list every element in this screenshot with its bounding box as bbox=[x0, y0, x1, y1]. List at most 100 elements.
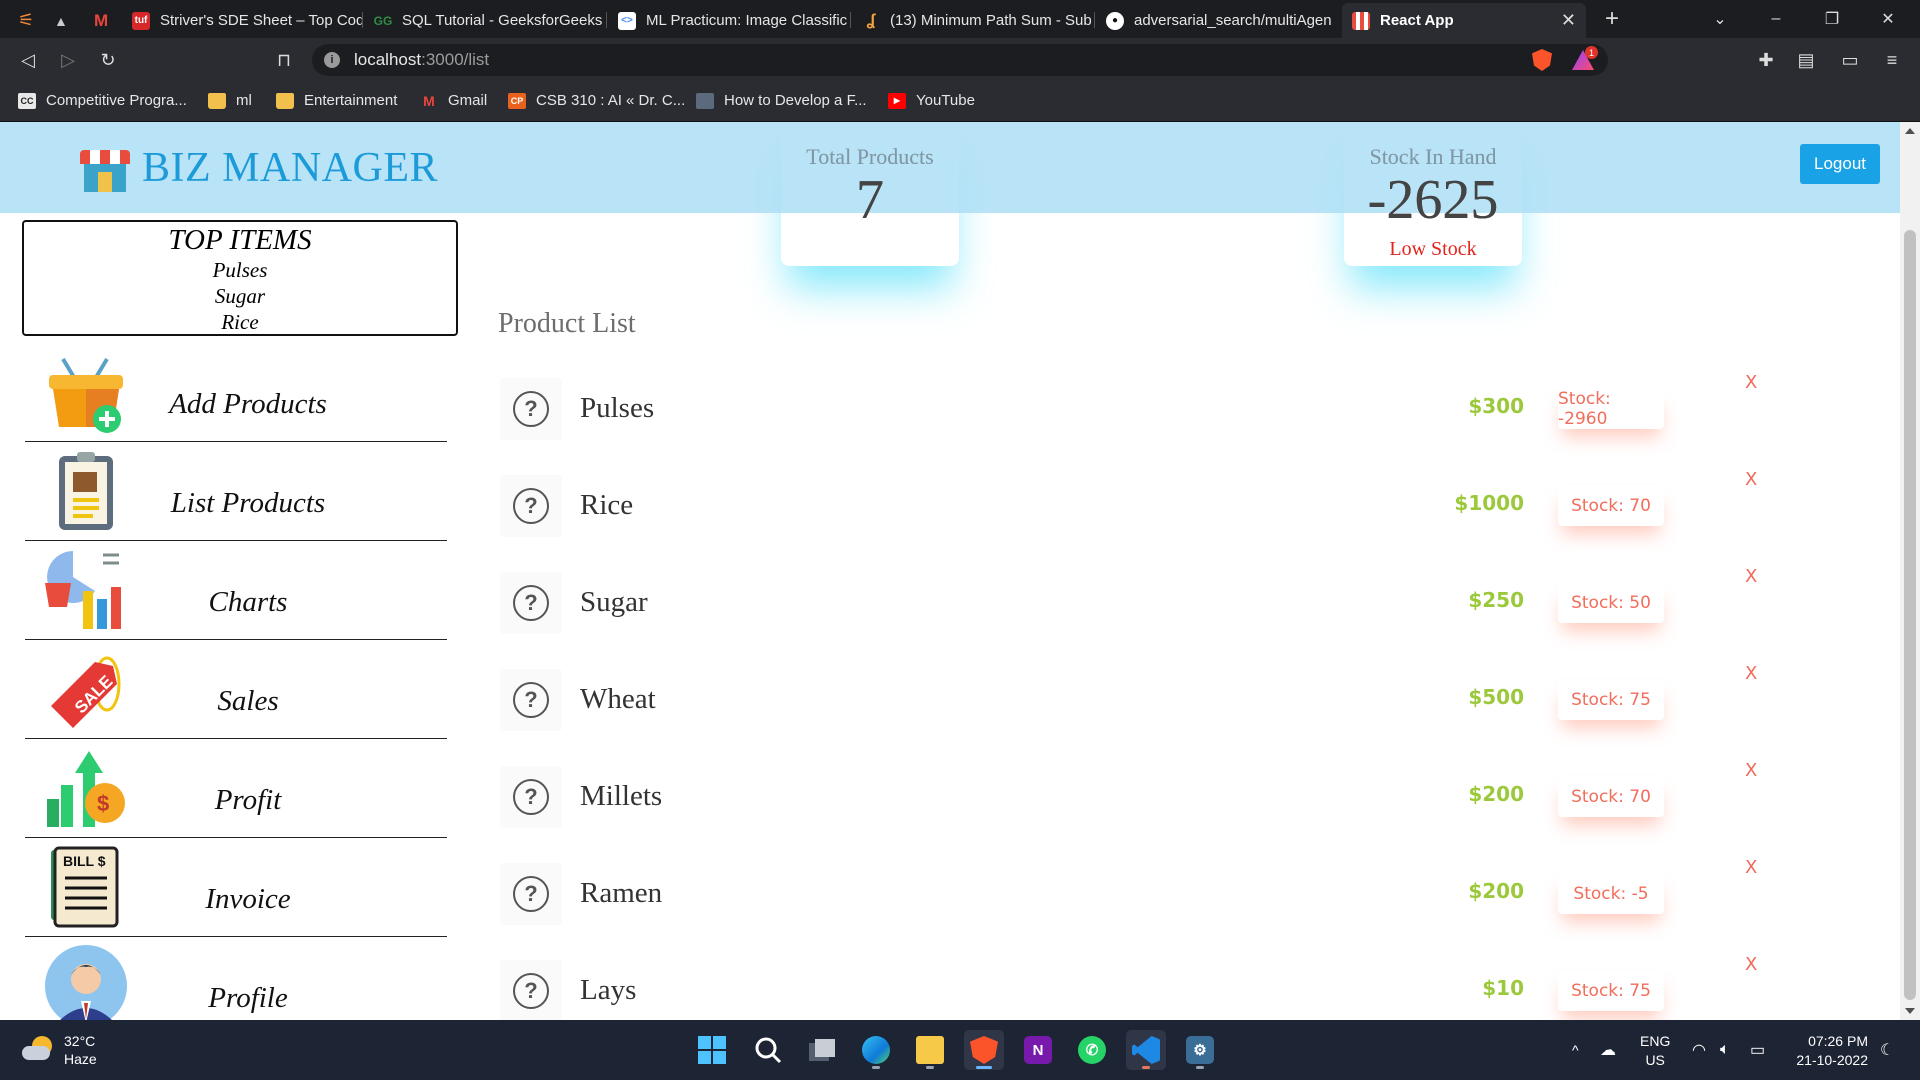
tab-separator bbox=[362, 12, 363, 28]
new-tab-button[interactable]: + bbox=[1586, 0, 1638, 38]
nav-profit[interactable]: $ Profit bbox=[25, 739, 447, 838]
bookmark-gmail[interactable]: M Gmail bbox=[420, 92, 487, 109]
onenote-icon: N bbox=[1024, 1036, 1052, 1064]
nav-label: Sales bbox=[217, 685, 279, 717]
sidebar-icon[interactable]: ▤ bbox=[1792, 46, 1820, 74]
scroll-up-icon[interactable] bbox=[1905, 128, 1915, 134]
folder-icon bbox=[916, 1036, 944, 1064]
pinned-tab-gmail[interactable]: M bbox=[84, 3, 122, 38]
wifi-icon[interactable]: ◠ bbox=[1692, 1020, 1706, 1080]
bookmark-competitive-programming[interactable]: CC Competitive Progra... bbox=[18, 92, 187, 109]
question-icon: ? bbox=[500, 669, 562, 731]
taskbar-onenote[interactable]: N bbox=[1018, 1030, 1058, 1070]
url-text[interactable]: localhost:3000/list bbox=[354, 50, 489, 70]
mysql-workbench-icon: ⚙ bbox=[1186, 1036, 1214, 1064]
reload-button[interactable]: ↻ bbox=[94, 46, 122, 74]
add-basket-icon bbox=[49, 357, 123, 433]
cc-icon: CC bbox=[18, 92, 36, 109]
gfg-icon: GG bbox=[373, 13, 393, 28]
scrollbar-thumb[interactable] bbox=[1904, 230, 1916, 1000]
bookmark-ml[interactable]: ml bbox=[208, 92, 252, 109]
github-icon: ● bbox=[1106, 11, 1124, 30]
nav-add-products[interactable]: Add Products bbox=[25, 343, 447, 442]
notification-icon[interactable]: ☾ bbox=[1880, 1020, 1894, 1080]
tab-react-app[interactable]: React App ✕ bbox=[1342, 3, 1586, 38]
taskbar-brave[interactable] bbox=[964, 1030, 1004, 1070]
delete-product-button[interactable]: X bbox=[1745, 566, 1757, 587]
low-stock-warning: Low Stock bbox=[1389, 238, 1477, 260]
onedrive-icon[interactable]: ☁ bbox=[1600, 1020, 1616, 1080]
delete-product-button[interactable]: X bbox=[1745, 663, 1757, 684]
tab-gfg[interactable]: GG SQL Tutorial - GeeksforGeeks bbox=[364, 3, 604, 38]
restore-button[interactable]: ❐ bbox=[1804, 0, 1860, 38]
nav-list-products[interactable]: List Products bbox=[25, 442, 447, 541]
close-tab-icon[interactable]: ✕ bbox=[1561, 10, 1576, 31]
taskbar-search[interactable] bbox=[748, 1030, 788, 1070]
tab-leetcode[interactable]: ʆ (13) Minimum Path Sum - Sub bbox=[852, 3, 1092, 38]
tab-search-dropdown-icon[interactable]: ⌄ bbox=[1692, 0, 1748, 38]
bookmark-how-to-develop[interactable]: How to Develop a F... bbox=[696, 92, 867, 109]
url-host: localhost bbox=[354, 50, 422, 69]
delete-product-button[interactable]: X bbox=[1745, 760, 1757, 781]
bookmark-csb310[interactable]: CP CSB 310 : AI « Dr. C... bbox=[508, 92, 685, 109]
volume-icon[interactable]: 🔈︎ bbox=[1720, 1020, 1730, 1080]
wallet-icon[interactable]: ▭ bbox=[1836, 46, 1864, 74]
language-indicator[interactable]: ENG US bbox=[1640, 1032, 1670, 1070]
nav-profile[interactable]: Profile bbox=[25, 937, 447, 1020]
nav-sales[interactable]: SALE Sales bbox=[25, 640, 447, 739]
brand-title[interactable]: BIZ MANAGER bbox=[142, 144, 438, 192]
back-button[interactable]: ◁ bbox=[14, 46, 42, 74]
delete-product-button[interactable]: X bbox=[1745, 372, 1757, 393]
start-button[interactable] bbox=[692, 1030, 732, 1070]
menu-icon[interactable]: ≡ bbox=[1878, 46, 1906, 74]
task-view-button[interactable] bbox=[802, 1030, 842, 1070]
close-window-button[interactable]: ✕ bbox=[1860, 0, 1916, 38]
nav-charts[interactable]: Charts bbox=[25, 541, 447, 640]
scroll-down-icon[interactable] bbox=[1905, 1008, 1915, 1014]
delete-product-button[interactable]: X bbox=[1745, 954, 1757, 975]
clock[interactable]: 07:26 PM 21-10-2022 bbox=[1790, 1032, 1868, 1070]
product-name: Millets bbox=[580, 780, 663, 812]
page-viewport: Total Products 7 Stock In Hand -2625 Low… bbox=[0, 122, 1900, 1020]
page-scrollbar[interactable] bbox=[1900, 122, 1920, 1020]
weather-widget[interactable]: 32°C Haze bbox=[64, 1032, 97, 1068]
taskbar-vscode[interactable] bbox=[1126, 1030, 1166, 1070]
taskbar-edge[interactable] bbox=[856, 1030, 896, 1070]
brave-shield-icon[interactable] bbox=[1532, 49, 1552, 71]
product-name: Lays bbox=[580, 974, 637, 1006]
tab-search-icon[interactable]: ⚟ bbox=[8, 3, 44, 38]
clock-date: 21-10-2022 bbox=[1796, 1052, 1868, 1068]
forward-button[interactable]: ▷ bbox=[54, 46, 82, 74]
tab-striver[interactable]: tuf Striver's SDE Sheet – Top Codi bbox=[122, 3, 362, 38]
show-hidden-icons[interactable]: ^ bbox=[1572, 1020, 1579, 1080]
tab-separator bbox=[850, 12, 851, 28]
site-info-icon[interactable]: i bbox=[324, 52, 340, 68]
tab-ml-practicum[interactable]: <> ML Practicum: Image Classific bbox=[608, 3, 848, 38]
tab-github[interactable]: ● adversarial_search/multiAgen bbox=[1096, 3, 1336, 38]
nav-label: Invoice bbox=[205, 883, 291, 915]
extensions-icon[interactable]: ✚ bbox=[1752, 46, 1780, 74]
logout-button[interactable]: Logout bbox=[1800, 144, 1880, 184]
shop-logo-icon bbox=[80, 150, 130, 192]
taskbar-mysql-workbench[interactable]: ⚙ bbox=[1180, 1030, 1220, 1070]
battery-icon[interactable]: ▭ bbox=[1750, 1020, 1765, 1080]
nav-label: Add Products bbox=[169, 388, 327, 420]
profit-arrow-icon: $ bbox=[47, 751, 125, 827]
nav-invoice[interactable]: BILL $ Invoice bbox=[25, 838, 447, 937]
minimize-button[interactable]: – bbox=[1748, 0, 1804, 38]
url-path: :3000/list bbox=[421, 50, 490, 69]
product-price: $10 bbox=[1482, 976, 1524, 1000]
tab-title: SQL Tutorial - GeeksforGeeks bbox=[402, 12, 603, 29]
lang-code: ENG bbox=[1640, 1033, 1671, 1049]
bookmark-entertainment[interactable]: Entertainment bbox=[276, 92, 397, 109]
delete-product-button[interactable]: X bbox=[1745, 857, 1757, 878]
address-bar[interactable]: i localhost:3000/list 1 bbox=[312, 44, 1608, 76]
delete-product-button[interactable]: X bbox=[1745, 469, 1757, 490]
taskbar-whatsapp[interactable]: ✆ bbox=[1072, 1030, 1112, 1070]
pinned-tab-icon[interactable]: ▲ bbox=[44, 3, 84, 38]
bookmark-icon[interactable]: ⊓ bbox=[270, 46, 298, 74]
weather-haze-icon[interactable] bbox=[22, 1034, 52, 1064]
bookmark-youtube[interactable]: ▶ YouTube bbox=[888, 92, 975, 109]
top-item: Sugar bbox=[214, 284, 266, 308]
taskbar-file-explorer[interactable] bbox=[910, 1030, 950, 1070]
